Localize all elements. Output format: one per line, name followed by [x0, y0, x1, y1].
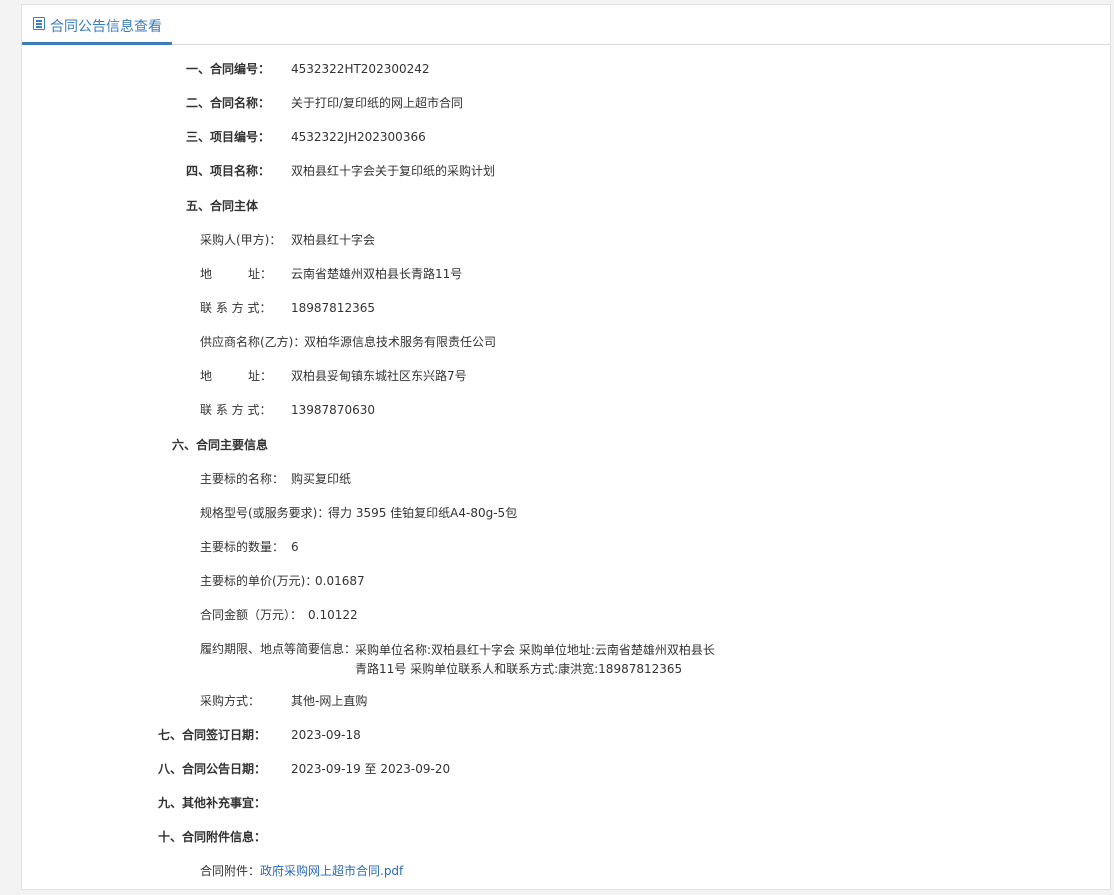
project-name-label: 四、项目名称：: [186, 164, 271, 178]
method-value: 其他-网上直购: [291, 694, 368, 708]
project-name-value: 双柏县红十字会关于复印纸的采购计划: [291, 164, 496, 178]
method-label: 采购方式：: [200, 694, 261, 708]
sign-date-label: 七、合同签订日期：: [158, 728, 267, 742]
panel-header: 合同公告信息查看: [22, 5, 1110, 45]
period-value: 采购单位名称:双柏县红十字会 采购单位地址:云南省楚雄州双柏县长青路11号 采购…: [355, 643, 715, 676]
other-matters-label: 九、其他补充事宜：: [158, 796, 267, 810]
tab-label: 合同公告信息查看: [50, 19, 162, 35]
announce-date-value: 2023-09-19 至 2023-09-20: [291, 762, 451, 776]
main-info-heading: 六、合同主要信息: [172, 438, 269, 452]
supplier-contact-value: 13987870630: [291, 403, 375, 417]
announce-date-label: 八、合同公告日期：: [158, 762, 267, 776]
project-number-label: 三、项目编号：: [186, 130, 271, 144]
supplier-label: 供应商名称(乙方)：: [200, 335, 306, 349]
supplier-contact-label: 联 系 方 式：: [200, 403, 272, 417]
spec-value: 得力 3595 佳铂复印纸A4-80g-5包: [328, 506, 518, 520]
unit-price-value: 0.01687: [315, 574, 365, 588]
item-name-value: 购买复印纸: [291, 472, 352, 486]
buyer-contact-label: 联 系 方 式：: [200, 301, 272, 315]
spec-label: 规格型号(或服务要求)：: [200, 506, 330, 520]
supplier-address-value: 双柏县妥甸镇东城社区东兴路7号: [291, 369, 467, 383]
contract-name-value: 关于打印/复印纸的网上超市合同: [291, 96, 464, 110]
buyer-label: 采购人(甲方)：: [200, 233, 282, 247]
tab-contract-info[interactable]: 合同公告信息查看: [22, 5, 172, 45]
supplier-address-label: 地 址：: [200, 369, 273, 383]
document-icon: [33, 17, 45, 30]
contract-number-label: 一、合同编号：: [186, 62, 271, 76]
supplier-value: 双柏华源信息技术服务有限责任公司: [304, 335, 497, 349]
sign-date-value: 2023-09-18: [291, 728, 361, 742]
quantity-value: 6: [291, 540, 299, 554]
attachment-label: 合同附件：: [200, 864, 261, 878]
contract-parties-heading: 五、合同主体: [186, 199, 259, 213]
amount-label: 合同金额（万元）：: [200, 608, 303, 622]
item-name-label: 主要标的名称：: [200, 472, 285, 486]
buyer-address-value: 云南省楚雄州双柏县长青路11号: [291, 267, 463, 281]
contract-name-label: 二、合同名称：: [186, 96, 271, 110]
unit-price-label: 主要标的单价(万元)：: [200, 574, 318, 588]
buyer-address-label: 地 址：: [200, 267, 273, 281]
amount-value: 0.10122: [308, 608, 358, 622]
attachment-link[interactable]: 政府采购网上超市合同.pdf: [260, 863, 403, 880]
quantity-label: 主要标的数量：: [200, 540, 285, 554]
contract-number-value: 4532322HT202300242: [291, 62, 430, 76]
project-number-value: 4532322JH202300366: [291, 130, 426, 144]
period-label: 履约期限、地点等简要信息：: [200, 642, 357, 656]
buyer-contact-value: 18987812365: [291, 301, 375, 315]
buyer-value: 双柏县红十字会: [291, 233, 376, 247]
attachment-heading: 十、合同附件信息：: [158, 830, 267, 844]
